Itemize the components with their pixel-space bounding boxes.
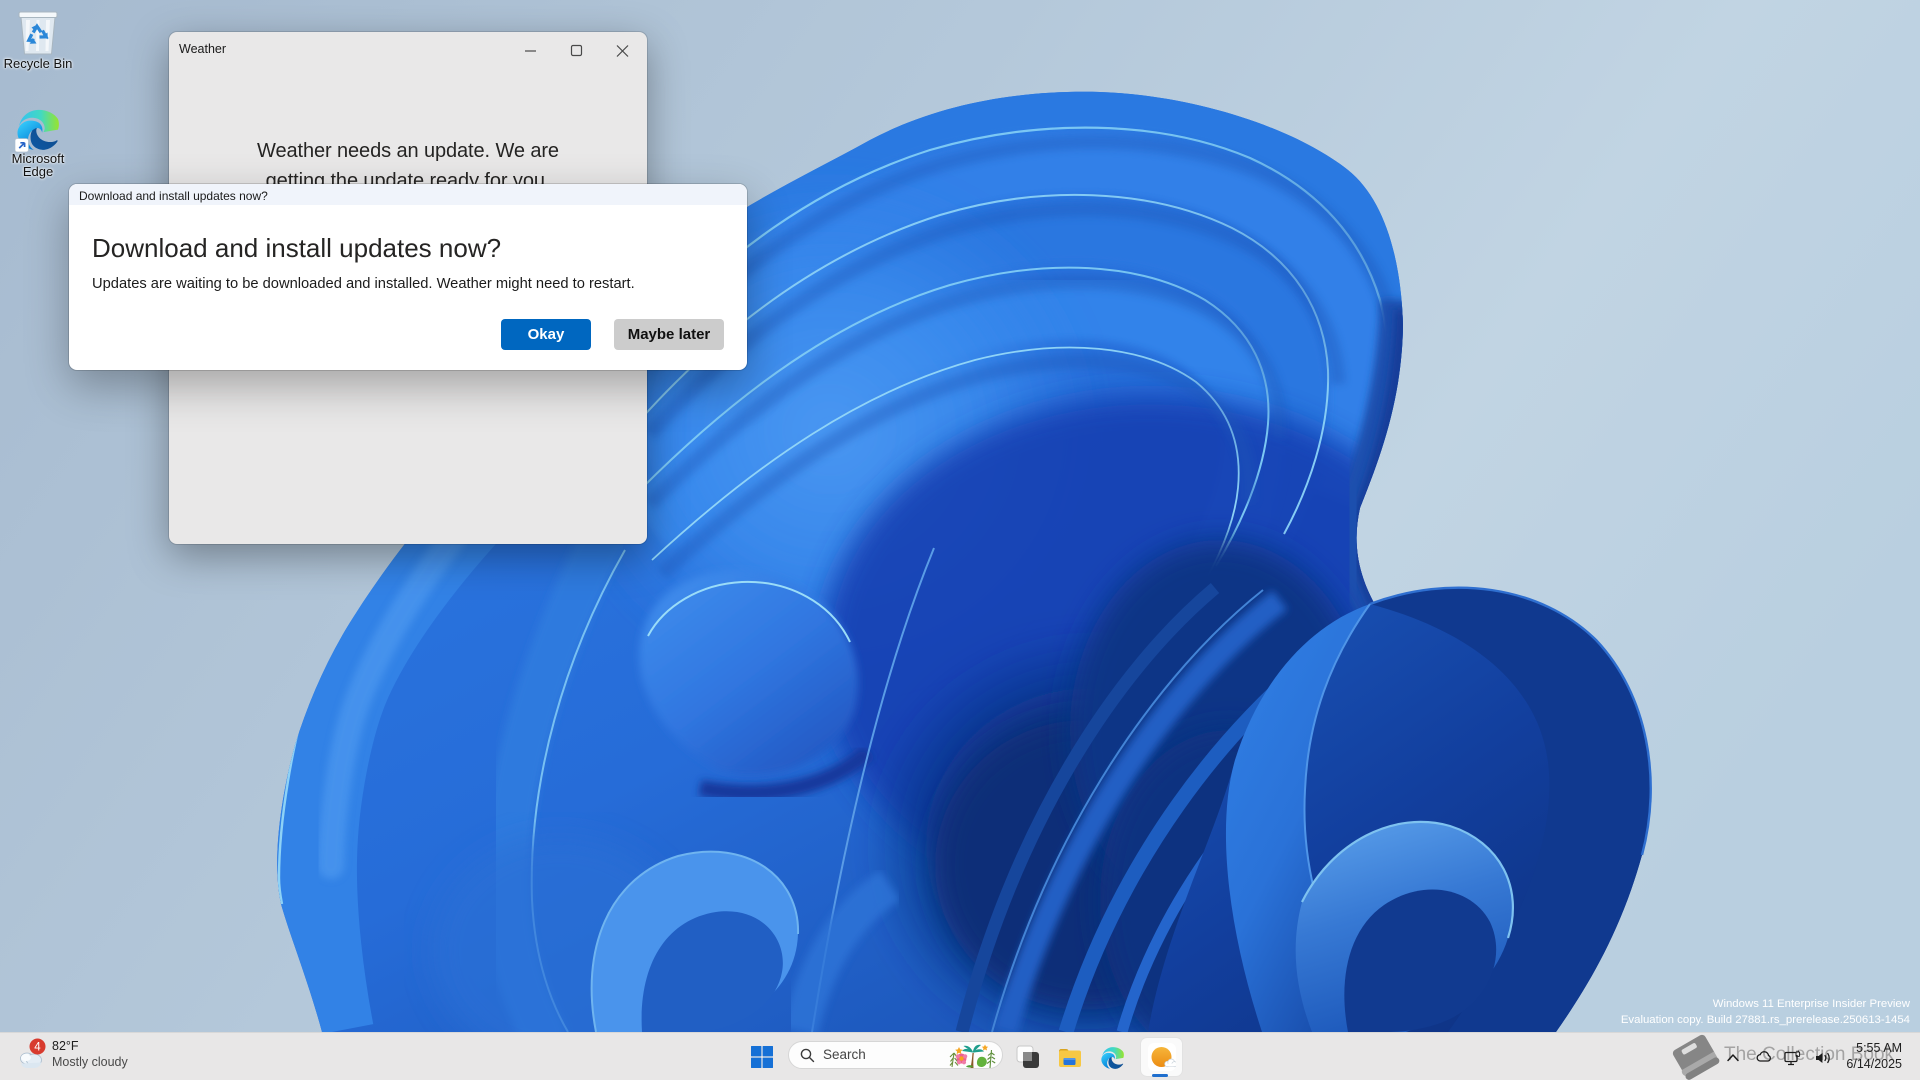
svg-text:4: 4 [34, 1042, 41, 1054]
